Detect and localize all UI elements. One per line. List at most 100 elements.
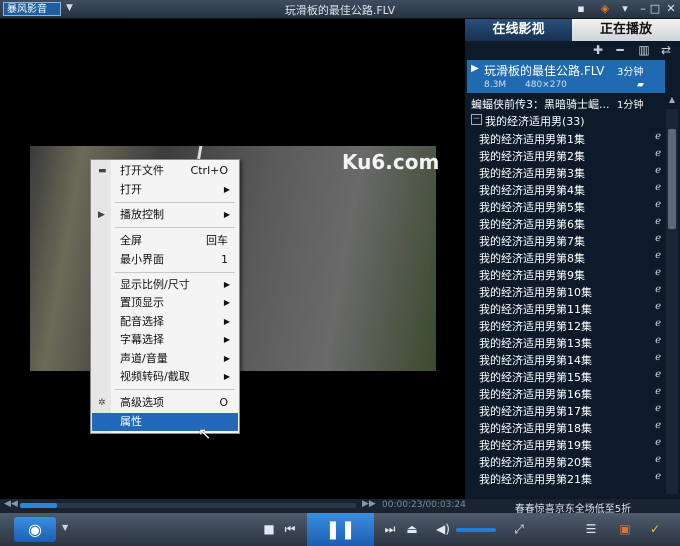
episode-title: 我的经济适用男第7集 [479,235,585,248]
close-button[interactable]: ✕ [662,1,680,17]
episode-title: 我的经济适用男第11集 [479,303,592,316]
playlist-toggle-icon[interactable]: ☰ [582,519,600,539]
web-source-icon: ℯ [655,301,661,312]
chevron-down-icon[interactable]: ▼ [62,523,68,532]
eject-icon[interactable]: ⏏ [404,519,420,539]
menu-item-channel-volume[interactable]: 声道/音量 ▶ [92,350,238,368]
web-source-icon: ℯ [655,233,661,244]
submenu-arrow-icon: ▶ [223,210,230,219]
episode-title: 我的经济适用男第16集 [479,388,592,401]
tab-now-playing[interactable]: 正在播放 [572,19,680,41]
table-row[interactable]: 我的经济适用男第12集 ℯ [467,316,665,333]
chat-icon[interactable]: ▪ [572,1,590,17]
context-menu: ▬ 打开文件 Ctrl+O 打开 ▶ ▶ 播放控制 ▶ 全屏 回车 最小界面 1… [90,159,240,434]
episode-title: 我的经济适用男第13集 [479,337,592,350]
scroll-up-icon[interactable]: ▲ [666,95,678,108]
submenu-arrow-icon: ▶ [223,335,230,344]
table-row[interactable]: 我的经济适用男第6集 ℯ [467,214,665,231]
episode-title: 我的经济适用男第6集 [479,218,585,231]
minimize-mini-icon[interactable]: ▾ [616,1,634,17]
app-logo[interactable]: 暴风影音 [3,2,61,16]
table-row[interactable]: 我的经济适用男第5集 ℯ [467,197,665,214]
menu-item-playback-control[interactable]: ▶ 播放控制 ▶ [92,206,238,224]
submenu-arrow-icon: ▶ [223,298,230,307]
list-item[interactable]: 蝙蝠侠前传3：黑暗骑士崛... 1分钟 [467,94,665,112]
menu-separator [115,272,235,273]
web-source-icon: ℯ [655,216,661,227]
menu-item-transcode[interactable]: 视频转码/截取 ▶ [92,368,238,386]
submenu-arrow-icon: ▶ [223,280,230,289]
web-source-icon: ℯ [655,199,661,210]
playlist-group[interactable]: − 我的经济适用男(33) [467,112,665,128]
menu-separator [115,389,235,390]
stop-icon[interactable]: ■ [262,519,276,539]
table-row[interactable]: 我的经济适用男第20集 ℯ [467,452,665,469]
remove-icon[interactable]: ━ [611,41,629,59]
now-playing-item[interactable]: ▶ 玩滑板的最佳公路.FLV 3分钟 8.3M 480×270 ▰ [467,60,665,93]
table-row[interactable]: 我的经济适用男第7集 ℯ [467,231,665,248]
submenu-arrow-icon: ▶ [223,317,230,326]
menu-item-always-on-top[interactable]: 置顶显示 ▶ [92,294,238,312]
seek-bar[interactable] [20,503,356,508]
episode-title: 我的经济适用男第5集 [479,201,585,214]
toolbox-icon[interactable]: ▣ [616,519,634,539]
table-row[interactable]: 我的经济适用男第15集 ℯ [467,367,665,384]
table-row[interactable]: 我的经济适用男第18集 ℯ [467,418,665,435]
playlist-panel: 在线影视 正在播放 ✚ ━ ▥ ⇄ ▶ 玩滑板的最佳公路.FLV 3分钟 8.3… [465,19,680,499]
eye-icon[interactable]: ◉ [14,517,56,542]
menu-item-open-file[interactable]: ▬ 打开文件 Ctrl+O [92,162,238,180]
table-row[interactable]: 我的经济适用男第21集 ℯ [467,469,665,486]
menu-item-mini-mode[interactable]: 最小界面 1 [92,251,238,269]
table-row[interactable]: 我的经济适用男第17集 ℯ [467,401,665,418]
loop-mode-icon[interactable]: ⇄ [657,41,675,59]
pause-button[interactable]: ❚❚ [307,513,374,546]
menu-item-subtitles[interactable]: 字幕选择 ▶ [92,331,238,349]
table-row[interactable]: 我的经济适用男第16集 ℯ [467,384,665,401]
skin-icon[interactable]: ◈ [596,1,614,17]
volume-icon[interactable]: ◀) [434,519,452,539]
table-row[interactable]: 我的经济适用男第1集 ℯ [467,129,665,146]
now-playing-resolution: 480×270 [525,80,567,90]
table-row[interactable]: 我的经济适用男第4集 ℯ [467,180,665,197]
box-office-icon[interactable]: ✓ [646,519,664,539]
menu-item-aspect-ratio[interactable]: 显示比例/尺寸 ▶ [92,276,238,294]
table-row[interactable]: 我的经济适用男第11集 ℯ [467,299,665,316]
table-row[interactable]: 我的经济适用男第14集 ℯ [467,350,665,367]
seek-row: ◀◀ ▶▶ 00:00:23/00:03:24 春春惊喜京东全场低至5折 [0,499,680,515]
menu-separator [115,202,235,203]
table-row[interactable]: 我的经济适用男第8集 ℯ [467,248,665,265]
seek-forward-icon[interactable]: ▶▶ [362,499,376,509]
table-row[interactable]: 我的经济适用男第3集 ℯ [467,163,665,180]
table-row[interactable]: 我的经济适用男第2集 ℯ [467,146,665,163]
previous-icon[interactable]: ⏮ [282,519,298,539]
seek-back-icon[interactable]: ◀◀ [4,499,18,509]
episode-title: 我的经济适用男第18集 [479,422,592,435]
web-source-icon: ℯ [655,335,661,346]
tab-online-video[interactable]: 在线影视 [465,19,572,41]
episode-title: 我的经济适用男第17集 [479,405,592,418]
web-source-icon: ℯ [655,403,661,414]
table-row[interactable]: 我的经济适用男第10集 ℯ [467,282,665,299]
scrollbar-thumb[interactable] [668,129,676,229]
control-bar: ◉ ▼ ■ ⏮ ❚❚ ⏭ ⏏ ◀) ⤢ ☰ ▣ ✓ [0,513,680,546]
table-row[interactable]: 我的经济适用男第13集 ℯ [467,333,665,350]
fullscreen-icon[interactable]: ⤢ [510,519,528,539]
next-icon[interactable]: ⏭ [382,519,398,539]
web-source-icon: ℯ [655,454,661,465]
main-menu-arrow-icon[interactable]: ▼ [66,3,73,13]
trash-icon[interactable]: ▥ [635,41,653,59]
menu-item-advanced-options[interactable]: ✲ 高级选项 O [92,394,238,412]
menu-item-audio-track[interactable]: 配音选择 ▶ [92,313,238,331]
table-row[interactable]: 我的经济适用男第19集 ℯ [467,435,665,452]
folder-icon[interactable]: ▰ [637,80,644,90]
add-icon[interactable]: ✚ [589,41,607,59]
window-title: 玩滑板的最佳公路.FLV [284,4,396,17]
web-source-icon: ℯ [655,352,661,363]
menu-item-properties[interactable]: 属性 [92,413,238,431]
menu-item-fullscreen[interactable]: 全屏 回车 [92,232,238,250]
collapse-icon[interactable]: − [471,114,482,125]
episode-title: 我的经济适用男第1集 [479,133,585,146]
table-row[interactable]: 我的经济适用男第9集 ℯ [467,265,665,282]
menu-item-open[interactable]: 打开 ▶ [92,181,238,199]
volume-slider[interactable] [456,528,496,532]
